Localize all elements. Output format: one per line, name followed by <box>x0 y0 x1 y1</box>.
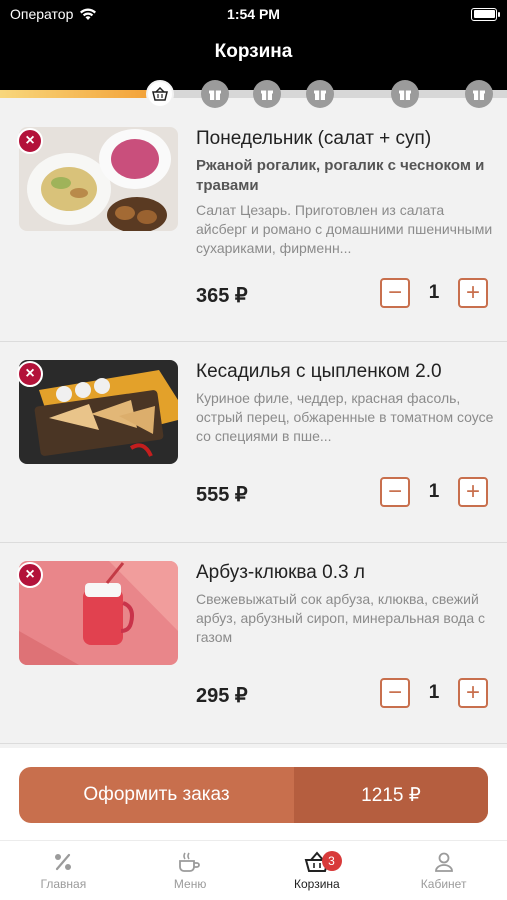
progress-gift-marker <box>306 80 334 108</box>
remove-item-button[interactable]: × <box>17 361 43 387</box>
tab-menu[interactable]: Меню <box>127 841 254 900</box>
item-quantity: 1 <box>428 282 440 303</box>
item-price: 365 ₽ <box>196 285 248 307</box>
item-quantity: 1 <box>428 481 440 502</box>
item-title: Арбуз-клюква 0.3 л <box>196 562 365 583</box>
checkout-area: Оформить заказ 1215 ₽ <box>0 748 507 840</box>
item-description: Свежевыжатый сок арбуза, клюква, свежий … <box>196 591 486 645</box>
remove-item-button[interactable]: × <box>17 128 43 154</box>
decrease-quantity-button[interactable]: − <box>380 278 410 308</box>
top-bar: Оператор 1:54 PM Корзина <box>0 0 507 90</box>
gift-icon <box>399 90 411 100</box>
remove-item-button[interactable]: × <box>17 562 43 588</box>
decrease-quantity-button[interactable]: − <box>380 477 410 507</box>
item-subtitle: Ржаной рогалик, рогалик с чесноком и тра… <box>196 157 485 194</box>
gift-icon <box>473 90 485 100</box>
tab-label: Кабинет <box>420 876 467 891</box>
basket-icon <box>152 87 168 101</box>
item-quantity: 1 <box>428 682 440 703</box>
gift-icon <box>261 90 273 100</box>
item-price: 555 ₽ <box>196 484 248 506</box>
progress-gift-marker <box>201 80 229 108</box>
percent-icon <box>55 853 72 870</box>
menu-icon <box>179 852 200 872</box>
tab-bar: Главная Меню Корзина 3 Кабинет <box>0 840 507 900</box>
tab-profile[interactable]: Кабинет <box>380 841 507 900</box>
quantity-stepper: − 1 + <box>380 278 488 308</box>
page-title: Корзина <box>214 41 293 62</box>
profile-icon <box>434 852 453 872</box>
cart-count-badge: 3 <box>321 851 342 871</box>
cart-item: × Понедельник (салат + суп) Ржаной рогал… <box>0 115 507 342</box>
increase-quantity-button[interactable]: + <box>458 678 488 708</box>
checkout-total: 1215 ₽ <box>294 767 488 823</box>
tab-label: Меню <box>173 876 207 891</box>
tab-label: Корзина <box>294 876 340 891</box>
item-description: Салат Цезарь. Приготовлен из салата айсб… <box>196 202 493 256</box>
progress-gift-marker <box>253 80 281 108</box>
checkout-button[interactable]: Оформить заказ 1215 ₽ <box>19 767 488 823</box>
progress-basket-marker <box>146 80 174 108</box>
item-title: Понедельник (салат + суп) <box>196 128 432 149</box>
progress-gift-marker <box>465 80 493 108</box>
decrease-quantity-button[interactable]: − <box>380 678 410 708</box>
increase-quantity-button[interactable]: + <box>458 278 488 308</box>
tab-label: Главная <box>40 876 87 891</box>
increase-quantity-button[interactable]: + <box>458 477 488 507</box>
gift-icon <box>209 90 221 100</box>
tab-home[interactable]: Главная <box>0 841 127 900</box>
cart-item: × Кесадилья с цыпленком 2.0 Куриное филе… <box>0 348 507 543</box>
progress-gift-marker <box>391 80 419 108</box>
cart-item: × Арбуз-клюква 0.3 л Свежевыжатый сок ар… <box>0 549 507 744</box>
quantity-stepper: − 1 + <box>380 678 488 708</box>
status-time: 1:54 PM <box>227 6 280 22</box>
tab-cart[interactable]: Корзина 3 <box>254 841 381 900</box>
item-title: Кесадилья с цыпленком 2.0 <box>196 361 442 382</box>
item-description: Куриное филе, чеддер, красная фасоль, ос… <box>196 390 494 444</box>
gift-icon <box>314 90 326 100</box>
quantity-stepper: − 1 + <box>380 477 488 507</box>
item-price: 295 ₽ <box>196 685 248 707</box>
checkout-label: Оформить заказ <box>83 784 230 805</box>
bonus-progress-fill <box>0 90 148 98</box>
